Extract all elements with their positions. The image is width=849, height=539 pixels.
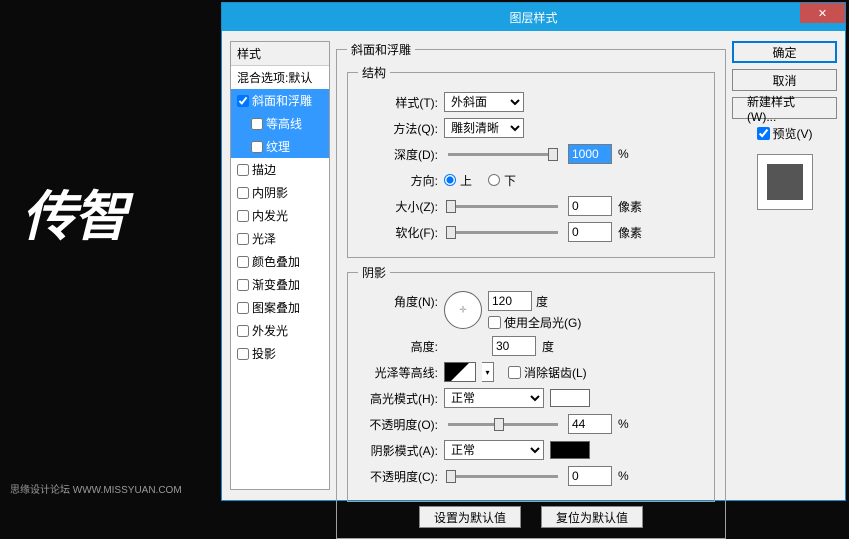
dir-down-radio[interactable] (488, 174, 500, 186)
depth-slider[interactable] (448, 153, 558, 156)
color-overlay-checkbox[interactable] (237, 256, 249, 268)
style-contour[interactable]: 等高线 (231, 112, 329, 135)
settings-panel: 斜面和浮雕 结构 样式(T): 外斜面 方法(Q): 雕刻清晰 深度(D):% 方向… (336, 41, 726, 490)
shadow-color-swatch[interactable] (550, 441, 590, 459)
altitude-label: 高度: (358, 338, 438, 355)
highlight-mode-select[interactable]: 正常 (444, 388, 544, 408)
cancel-button[interactable]: 取消 (732, 69, 837, 91)
opacity1-label: 不透明度(O): (358, 416, 438, 433)
gloss-contour-thumb[interactable] (444, 362, 476, 382)
background-logo: 传智 (22, 172, 126, 251)
style-pattern-overlay[interactable]: 图案叠加 (231, 296, 329, 319)
ok-button[interactable]: 确定 (732, 41, 837, 63)
bevel-fieldset: 斜面和浮雕 结构 样式(T): 外斜面 方法(Q): 雕刻清晰 深度(D):% 方向… (336, 41, 726, 539)
style-label: 样式(T): (358, 94, 438, 111)
direction-label: 方向: (358, 172, 438, 189)
shadow-mode-label: 阴影模式(A): (358, 442, 438, 459)
dir-up-radio[interactable] (444, 174, 456, 186)
drop-shadow-checkbox[interactable] (237, 348, 249, 360)
size-input[interactable] (568, 196, 612, 216)
angle-dial[interactable]: ✛ (444, 291, 482, 329)
opacity1-slider[interactable] (448, 423, 558, 426)
style-select[interactable]: 外斜面 (444, 92, 524, 112)
stroke-checkbox[interactable] (237, 164, 249, 176)
preview-box (757, 154, 813, 210)
styles-list: 样式 混合选项:默认 斜面和浮雕 等高线 纹理 描边 内阴影 内发光 光泽 颜色… (230, 41, 330, 490)
crosshair-icon: ✛ (459, 305, 467, 316)
depth-label: 深度(D): (358, 146, 438, 163)
dialog-title: 图层样式 (509, 9, 557, 26)
style-inner-glow[interactable]: 内发光 (231, 204, 329, 227)
pattern-overlay-checkbox[interactable] (237, 302, 249, 314)
angle-label: 角度(N): (358, 293, 438, 310)
style-texture[interactable]: 纹理 (231, 135, 329, 158)
antialias-checkbox[interactable] (508, 366, 521, 379)
opacity2-label: 不透明度(C): (358, 468, 438, 485)
grad-overlay-checkbox[interactable] (237, 279, 249, 291)
soften-unit: 像素 (618, 224, 642, 241)
preview-checkbox[interactable] (757, 127, 770, 140)
dialog-body: 样式 混合选项:默认 斜面和浮雕 等高线 纹理 描边 内阴影 内发光 光泽 颜色… (222, 31, 845, 500)
size-label: 大小(Z): (358, 198, 438, 215)
highlight-mode-label: 高光模式(H): (358, 390, 438, 407)
layer-style-dialog: 图层样式 ✕ 样式 混合选项:默认 斜面和浮雕 等高线 纹理 描边 内阴影 内发… (221, 2, 846, 501)
altitude-input[interactable] (492, 336, 536, 356)
set-default-button[interactable]: 设置为默认值 (419, 506, 521, 528)
reset-default-button[interactable]: 复位为默认值 (541, 506, 643, 528)
satin-checkbox[interactable] (237, 233, 249, 245)
structure-legend: 结构 (358, 64, 390, 81)
opacity2-slider[interactable] (448, 475, 558, 478)
angle-input[interactable] (488, 291, 532, 311)
structure-fieldset: 结构 样式(T):外斜面 方法(Q):雕刻清晰 深度(D):% 方向:上下 大小… (347, 64, 715, 258)
titlebar[interactable]: 图层样式 ✕ (222, 3, 845, 31)
outer-glow-checkbox[interactable] (237, 325, 249, 337)
soften-input[interactable] (568, 222, 612, 242)
style-gradient-overlay[interactable]: 渐变叠加 (231, 273, 329, 296)
shading-legend: 阴影 (358, 264, 390, 281)
gloss-label: 光泽等高线: (358, 364, 438, 381)
size-unit: 像素 (618, 198, 642, 215)
depth-unit: % (618, 147, 629, 161)
style-satin[interactable]: 光泽 (231, 227, 329, 250)
texture-checkbox[interactable] (251, 141, 263, 153)
technique-label: 方法(Q): (358, 120, 438, 137)
shading-fieldset: 阴影 角度(N): ✛ 度 使用全局光(G) 高度:度 光泽等高线:▾消除锯齿(… (347, 264, 715, 502)
size-slider[interactable] (448, 205, 558, 208)
depth-input[interactable] (568, 144, 612, 164)
gloss-dropdown-icon[interactable]: ▾ (482, 362, 494, 382)
style-outer-glow[interactable]: 外发光 (231, 319, 329, 342)
style-bevel-emboss[interactable]: 斜面和浮雕 (231, 89, 329, 112)
contour-checkbox[interactable] (251, 118, 263, 130)
opacity1-input[interactable] (568, 414, 612, 434)
style-blend-options[interactable]: 混合选项:默认 (231, 66, 329, 89)
style-color-overlay[interactable]: 颜色叠加 (231, 250, 329, 273)
inner-shadow-checkbox[interactable] (237, 187, 249, 199)
style-stroke[interactable]: 描边 (231, 158, 329, 181)
global-light-checkbox[interactable] (488, 316, 501, 329)
bevel-legend: 斜面和浮雕 (347, 41, 415, 58)
soften-label: 软化(F): (358, 224, 438, 241)
opacity2-input[interactable] (568, 466, 612, 486)
right-panel: 确定 取消 新建样式(W)... 预览(V) (732, 41, 837, 490)
style-drop-shadow[interactable]: 投影 (231, 342, 329, 365)
inner-glow-checkbox[interactable] (237, 210, 249, 222)
highlight-color-swatch[interactable] (550, 389, 590, 407)
styles-header: 样式 (231, 42, 329, 66)
close-button[interactable]: ✕ (800, 3, 845, 23)
new-style-button[interactable]: 新建样式(W)... (732, 97, 837, 119)
soften-slider[interactable] (448, 231, 558, 234)
technique-select[interactable]: 雕刻清晰 (444, 118, 524, 138)
style-inner-shadow[interactable]: 内阴影 (231, 181, 329, 204)
bevel-checkbox[interactable] (237, 95, 249, 107)
watermark: 思缘设计论坛 WWW.MISSYUAN.COM (10, 481, 182, 496)
shadow-mode-select[interactable]: 正常 (444, 440, 544, 460)
preview-swatch (767, 164, 803, 200)
